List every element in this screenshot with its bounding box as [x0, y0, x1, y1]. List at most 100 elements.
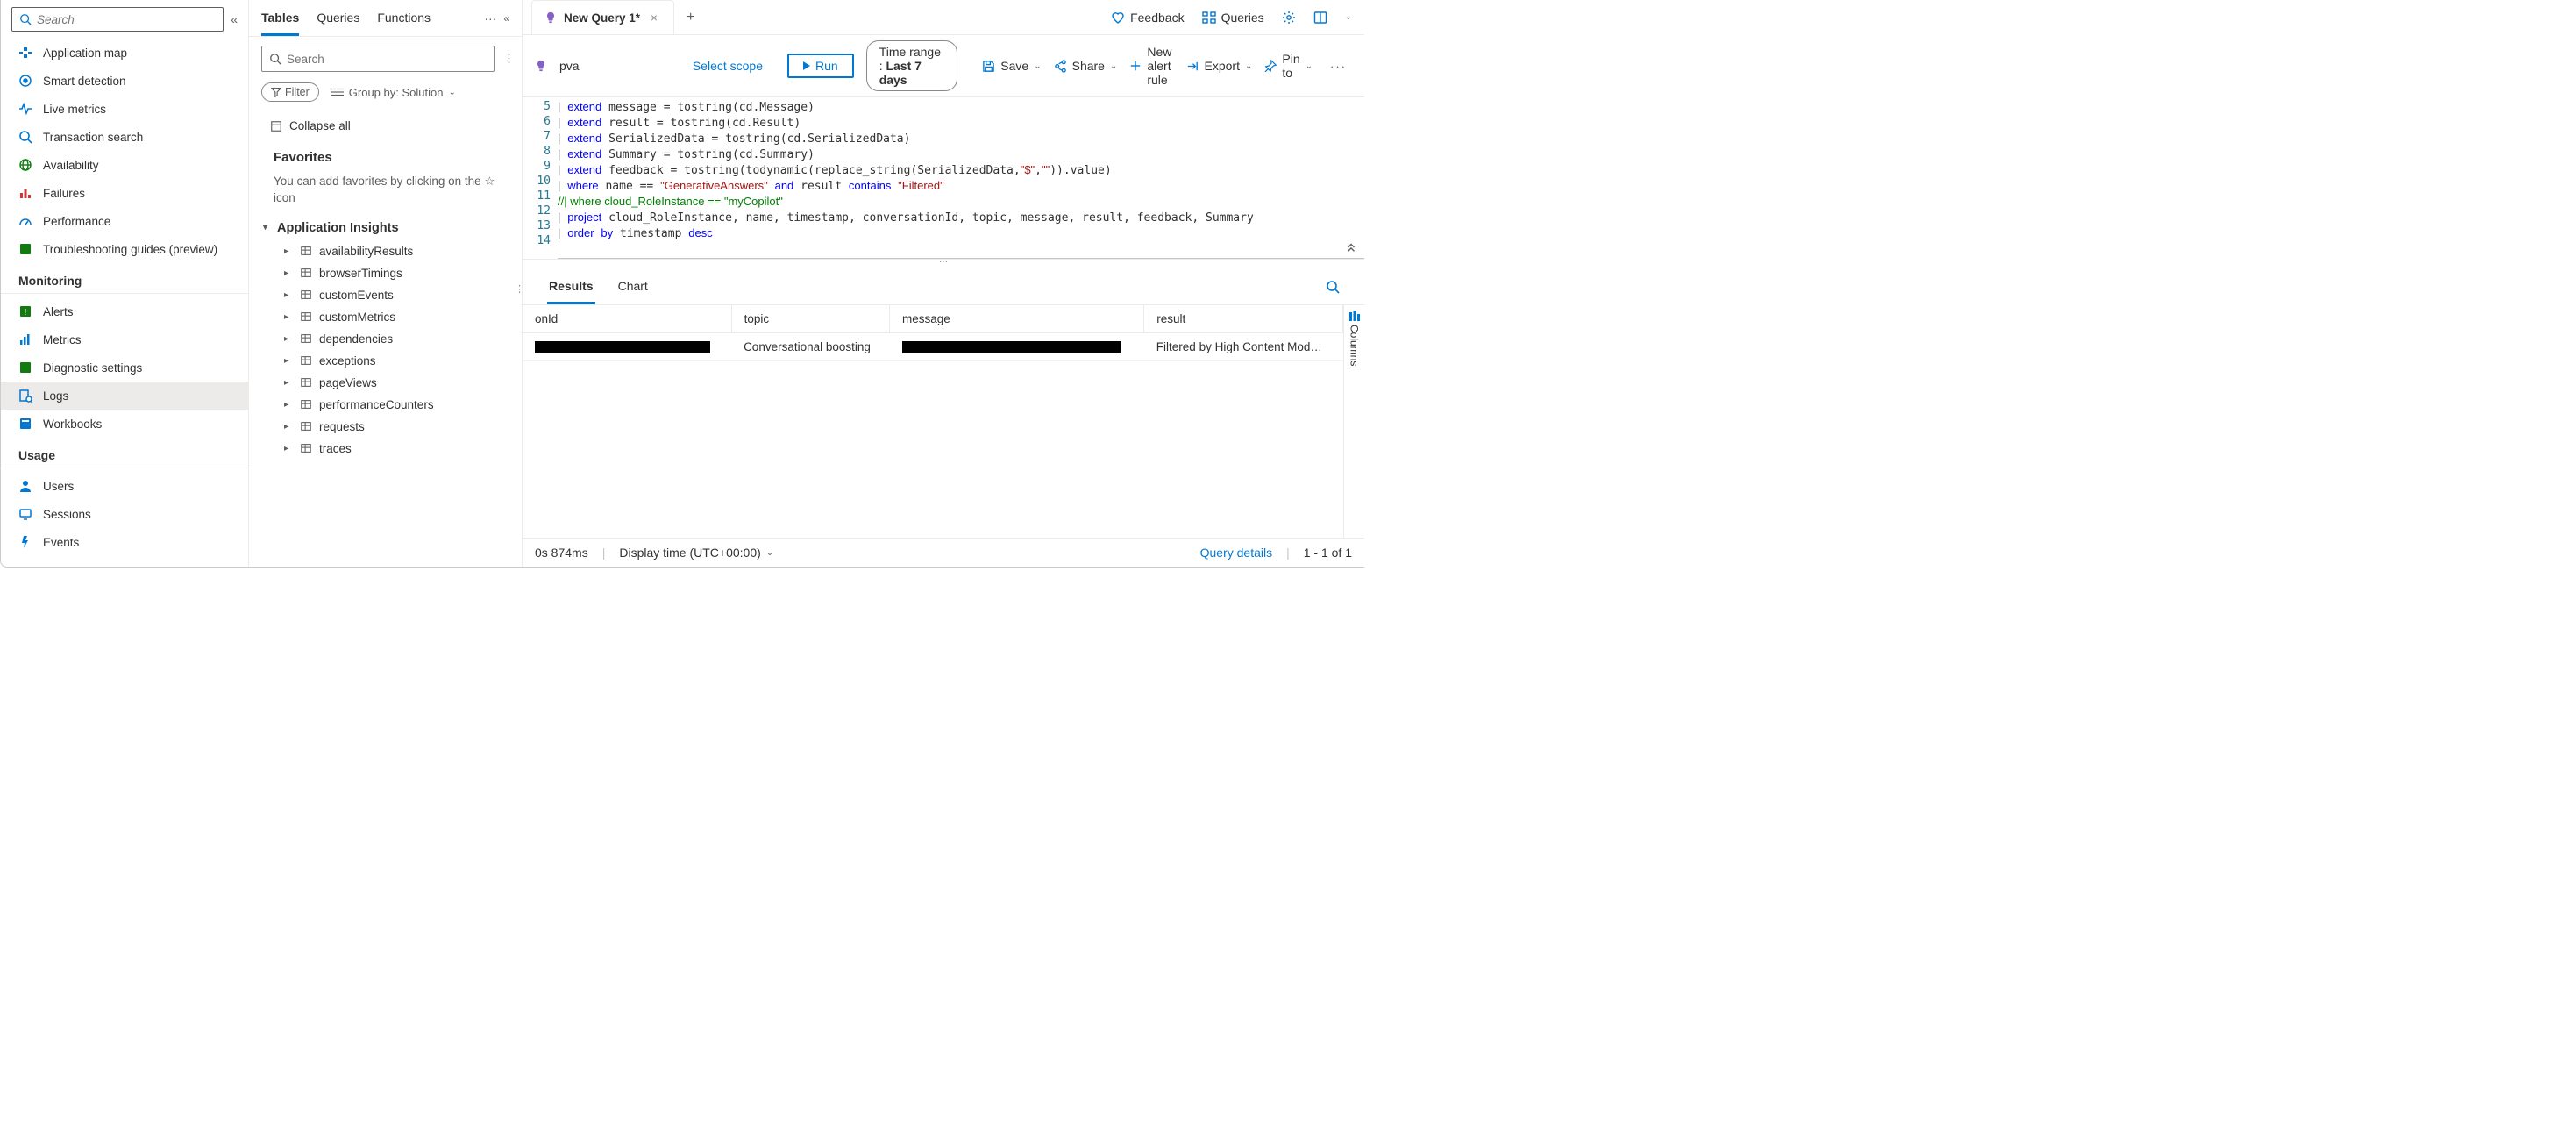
feedback-button[interactable]: Feedback	[1111, 11, 1184, 25]
play-icon	[803, 61, 810, 70]
results-search-icon[interactable]	[1326, 280, 1340, 294]
table-label: customMetrics	[319, 311, 395, 324]
table-row[interactable]: Conversational boostingFiltered by High …	[523, 333, 1343, 361]
columns-icon	[1349, 311, 1360, 321]
more-icon[interactable]: ⋮	[503, 52, 515, 66]
more-icon[interactable]: ···	[1325, 60, 1352, 73]
collapse-all-button[interactable]: Collapse all	[249, 107, 522, 138]
lightbulb-icon	[535, 60, 547, 72]
nav-item-troubleshooting-guides-preview-[interactable]: Troubleshooting guides (preview)	[1, 235, 248, 263]
results-tab-results[interactable]: Results	[547, 268, 595, 304]
groupby-dropdown[interactable]: Group by: Solution ⌄	[331, 86, 456, 99]
table-label: dependencies	[319, 332, 393, 346]
table-exceptions[interactable]: ▸exceptions	[249, 350, 522, 372]
nav-item-application-map[interactable]: Application map	[1, 39, 248, 67]
mid-tab-functions[interactable]: Functions	[377, 0, 431, 36]
results-tab-chart[interactable]: Chart	[616, 268, 650, 304]
svg-text:!: !	[25, 308, 27, 318]
table-icon	[300, 354, 312, 367]
nav-search-input[interactable]	[11, 7, 224, 32]
filter-button[interactable]: Filter	[261, 82, 319, 102]
mid-tab-tables[interactable]: Tables	[261, 0, 299, 36]
nav-item-failures[interactable]: Failures	[1, 179, 248, 207]
nav-item-availability[interactable]: Availability	[1, 151, 248, 179]
nav-item-sessions[interactable]: Sessions	[1, 500, 248, 528]
pin-button[interactable]: Pin to⌄	[1264, 52, 1313, 80]
settings-icon[interactable]	[1282, 11, 1296, 25]
table-icon	[300, 420, 312, 432]
collapse-editor-icon[interactable]	[1345, 241, 1357, 253]
caret-right-icon: ▸	[284, 378, 293, 388]
table-label: availabilityResults	[319, 245, 413, 258]
select-scope-link[interactable]: Select scope	[693, 59, 763, 73]
table-pageViews[interactable]: ▸pageViews	[249, 372, 522, 394]
nav-item-live-metrics[interactable]: Live metrics	[1, 95, 248, 123]
table-dependencies[interactable]: ▸dependencies	[249, 328, 522, 350]
table-browserTimings[interactable]: ▸browserTimings	[249, 262, 522, 284]
nav-item-transaction-search[interactable]: Transaction search	[1, 123, 248, 151]
table-traces[interactable]: ▸traces	[249, 438, 522, 460]
chevron-down-icon[interactable]: ⌄	[1345, 12, 1352, 22]
table-performanceCounters[interactable]: ▸performanceCounters	[249, 394, 522, 416]
column-header[interactable]: topic	[731, 305, 889, 333]
resize-handle-icon[interactable]: ⋮	[515, 283, 524, 295]
chevron-down-icon: ⌄	[1306, 61, 1313, 71]
tree-group-appinsights[interactable]: ▾ Application Insights	[249, 216, 522, 240]
display-time-dropdown[interactable]: Display time (UTC+00:00) ⌄	[619, 546, 773, 560]
table-customMetrics[interactable]: ▸ customMetrics	[249, 306, 522, 328]
timerange-picker[interactable]: Time range : Last 7 days	[866, 40, 958, 91]
column-header[interactable]: message	[890, 305, 1144, 333]
nav-item-diagnostic-settings[interactable]: Diagnostic settings	[1, 353, 248, 382]
table-label: performanceCounters	[319, 398, 434, 411]
nav-item-workbooks[interactable]: Workbooks	[1, 410, 248, 438]
nav-item-alerts[interactable]: !Alerts	[1, 297, 248, 325]
collapse-nav-icon[interactable]: «	[231, 12, 238, 26]
query-details-link[interactable]: Query details	[1200, 546, 1272, 560]
save-button[interactable]: Save⌄	[982, 59, 1041, 73]
mid-tabs-more[interactable]: ··· «	[484, 0, 509, 36]
page-indicator: 1 - 1 of 1	[1304, 546, 1352, 560]
column-header[interactable]: onId	[523, 305, 731, 333]
table-customEvents[interactable]: ▸ customEvents	[249, 284, 522, 306]
nav-item-label: Events	[43, 536, 79, 549]
nav-item-users[interactable]: Users	[1, 472, 248, 500]
bars-icon	[18, 186, 32, 200]
nav-item-label: Metrics	[43, 333, 82, 346]
nav-item-metrics[interactable]: Metrics	[1, 325, 248, 353]
nav-item-label: Performance	[43, 215, 110, 228]
left-nav: « Application mapSmart detection Live met…	[1, 0, 249, 567]
nav-item-smart-detection[interactable]: Smart detection	[1, 67, 248, 95]
caret-right-icon: ▸	[284, 312, 293, 322]
queries-button[interactable]: Queries	[1202, 11, 1264, 25]
table-availabilityResults[interactable]: ▸availabilityResults	[249, 240, 522, 262]
columns-label: Columns	[1348, 325, 1361, 366]
share-button[interactable]: Share⌄	[1054, 59, 1118, 73]
table-label: browserTimings	[319, 267, 402, 280]
nav-item-events[interactable]: Events	[1, 528, 248, 556]
columns-panel-toggle[interactable]: Columns	[1343, 305, 1364, 538]
query-tab[interactable]: New Query 1* ×	[531, 0, 674, 34]
nav-item-performance[interactable]: Performance	[1, 207, 248, 235]
results-grid[interactable]: onIdtopicmessageresult Conversational bo…	[523, 305, 1343, 538]
nav-item-label: Live metrics	[43, 103, 106, 116]
add-tab-button[interactable]: +	[674, 10, 707, 25]
table-requests[interactable]: ▸requests	[249, 416, 522, 438]
query-tab-title: New Query 1*	[564, 11, 640, 25]
splitter-handle[interactable]: ···	[523, 260, 1364, 268]
tables-search-input[interactable]	[261, 46, 495, 72]
nav-item-logs[interactable]: Logs	[1, 382, 248, 410]
close-icon[interactable]: ×	[647, 11, 661, 25]
table-icon	[300, 332, 312, 345]
caret-right-icon: ▸	[284, 290, 293, 300]
export-button[interactable]: Export⌄	[1186, 59, 1253, 73]
query-toolbar: Run Time range : Last 7 days Save⌄ Share…	[775, 35, 1364, 97]
chevron-down-icon: ⌄	[1245, 61, 1252, 71]
panel-icon[interactable]	[1313, 11, 1327, 25]
scope-row: pva Select scope	[523, 35, 775, 97]
new-alert-button[interactable]: New alert rule	[1129, 45, 1173, 87]
run-button[interactable]: Run	[787, 54, 854, 78]
table-label: customEvents	[319, 289, 394, 302]
column-header[interactable]: result	[1144, 305, 1343, 333]
mid-tab-queries[interactable]: Queries	[317, 0, 359, 36]
kql-editor[interactable]: 567891011121314 | extend message = tostr…	[523, 97, 1364, 260]
